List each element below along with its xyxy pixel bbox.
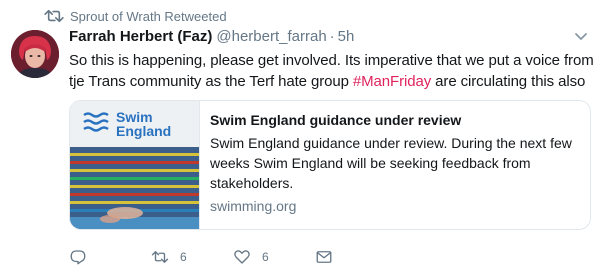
tweet-text-end: are circulating this also — [431, 73, 586, 90]
tweet-header: Farrah Herbert (Faz) @herbert_farrah · 5… — [69, 26, 594, 48]
reply-icon — [70, 250, 86, 265]
separator-dot: · — [329, 28, 335, 45]
tweet-timestamp[interactable]: 5h — [338, 26, 355, 48]
card-brand-line2: England — [116, 123, 172, 139]
author-name[interactable]: Farrah Herbert (Faz) — [69, 26, 212, 48]
link-card[interactable]: Swim England Swim England guidance under… — [69, 100, 591, 230]
retweet-context-label: Sprout of Wrath Retweeted — [70, 8, 227, 24]
like-count: 6 — [262, 250, 269, 264]
author-handle[interactable]: @herbert_farrah — [216, 26, 326, 48]
card-title: Swim England guidance under review — [210, 112, 462, 128]
envelope-icon — [316, 251, 332, 263]
card-image: Swim England — [70, 101, 200, 229]
tweet-actions: 6 6 — [69, 246, 397, 268]
like-button[interactable]: 6 — [233, 248, 315, 266]
chevron-down-icon[interactable] — [574, 32, 588, 42]
avatar-image — [11, 30, 59, 78]
card-brand-text: Swim England — [116, 110, 171, 138]
tweet[interactable]: Farrah Herbert (Faz) @herbert_farrah · 5… — [69, 26, 594, 230]
card-brand-line1: Swim — [116, 109, 153, 125]
card-body: Swim England guidance under review Swim … — [200, 101, 590, 229]
avatar[interactable] — [11, 30, 59, 78]
card-domain: swimming.org — [210, 198, 297, 214]
card-description: Swim England guidance under review. Duri… — [210, 135, 572, 191]
retweet-icon — [44, 9, 64, 23]
reply-button[interactable] — [69, 248, 151, 266]
retweet-icon — [151, 251, 169, 263]
retweet-button[interactable]: 6 — [151, 248, 233, 266]
retweet-count: 6 — [180, 250, 187, 264]
tweet-text: So this is happening, please get involve… — [69, 50, 594, 92]
retweet-context[interactable]: Sprout of Wrath Retweeted — [43, 6, 227, 26]
direct-message-button[interactable] — [315, 248, 397, 266]
hashtag-link[interactable]: #ManFriday — [353, 73, 431, 90]
heart-icon — [234, 250, 250, 264]
